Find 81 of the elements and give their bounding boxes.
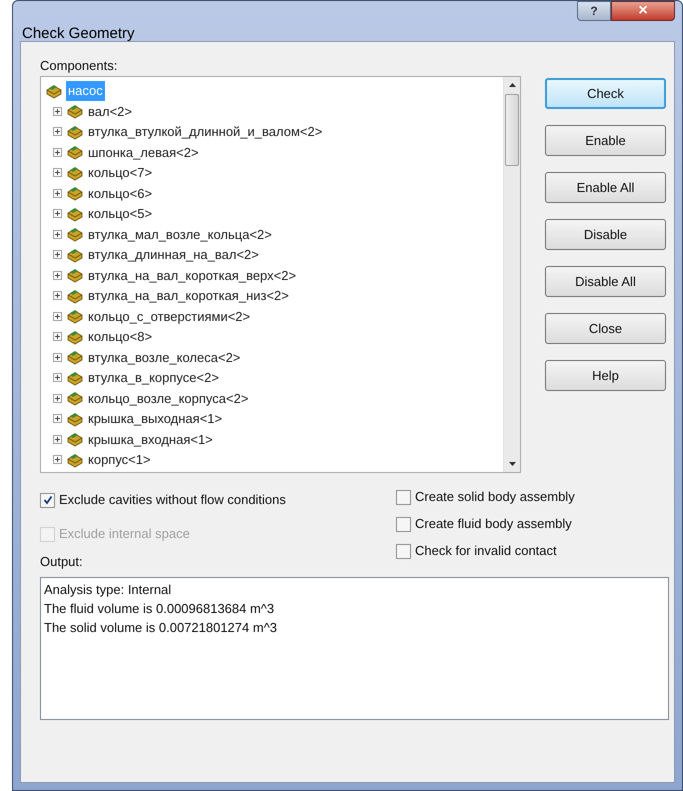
part-icon (66, 431, 84, 448)
tree-item[interactable]: шпонка_левая<2> (88, 142, 199, 162)
help-button[interactable]: ? (577, 1, 611, 21)
dialog-button[interactable]: Disable All (545, 266, 666, 297)
expand-icon[interactable] (53, 455, 62, 464)
tree-item[interactable]: кольцо<6> (88, 184, 152, 203)
tree-item[interactable]: кольцо<5> (88, 204, 152, 224)
expand-icon[interactable] (53, 291, 62, 300)
part-icon (66, 410, 84, 427)
checkbox[interactable] (396, 516, 411, 532)
expand-icon[interactable] (53, 414, 62, 424)
components-label: Components: (40, 57, 118, 75)
part-icon (66, 144, 84, 160)
checkbox-label: Exclude internal space (59, 525, 190, 544)
output-line: Analysis type: Internal (44, 580, 172, 598)
expand-icon[interactable] (53, 434, 62, 444)
expand-icon[interactable] (53, 332, 62, 342)
tree-item[interactable]: втулка_на_вал_короткая_верх<2> (88, 266, 296, 285)
part-icon (66, 349, 84, 366)
tree-item[interactable]: корпус<1> (88, 450, 151, 470)
expand-icon[interactable] (53, 352, 62, 362)
part-icon (66, 370, 84, 386)
checkbox[interactable] (396, 544, 411, 558)
part-icon (66, 390, 84, 406)
checkmark-icon (42, 495, 52, 505)
expand-icon[interactable] (53, 312, 62, 321)
scrollbar[interactable] (503, 77, 520, 472)
tree-item[interactable]: крышка_входная<1> (88, 430, 213, 449)
part-icon (66, 267, 84, 284)
tree-item[interactable]: втулка_в_корпусе<2> (88, 368, 219, 388)
expand-icon[interactable] (53, 250, 62, 260)
part-icon (66, 246, 84, 263)
tree-item[interactable]: вал<2> (88, 102, 132, 121)
expand-icon[interactable] (53, 168, 62, 178)
checkbox[interactable] (40, 492, 55, 508)
checkbox[interactable] (396, 490, 411, 504)
checkbox-label: Check for invalid contact (415, 542, 557, 560)
output-line: The fluid volume is 0.00096813684 m^3 (44, 600, 276, 618)
checkbox-label: Create solid body assembly (415, 488, 575, 506)
dialog-button[interactable]: Disable (545, 219, 666, 250)
expand-icon[interactable] (53, 270, 62, 280)
dialog-button[interactable]: Enable All (545, 172, 666, 203)
tree-item[interactable]: втулка_длинная_на_вал<2> (88, 245, 259, 264)
part-icon (66, 103, 84, 120)
expand-icon[interactable] (53, 188, 62, 198)
part-icon (66, 328, 84, 345)
tree-item[interactable]: втулка_возле_колеса<2> (88, 348, 240, 367)
dialog-button[interactable]: Check (545, 78, 666, 109)
tree-item[interactable]: крышка_выходная<1> (88, 409, 222, 428)
dialog-button[interactable]: Help (545, 360, 666, 391)
dialog-button[interactable]: Enable (545, 125, 666, 156)
window-title: Check Geometry (22, 24, 135, 44)
expand-icon[interactable] (53, 209, 62, 218)
output-label: Output: (40, 553, 83, 571)
part-icon (45, 83, 63, 99)
tree-item[interactable]: втулка_втулкой_длинной_и_валом<2> (88, 122, 322, 142)
expand-icon[interactable] (53, 148, 62, 157)
output-line: The solid volume is 0.00721801274 m^3 (44, 618, 278, 636)
part-icon (66, 308, 84, 324)
tree-item[interactable]: кольцо<7> (88, 163, 152, 182)
expand-icon[interactable] (53, 230, 62, 239)
checkbox-label: Create fluid body assembly (415, 515, 572, 534)
expand-icon[interactable] (53, 373, 62, 382)
checkbox-label: Exclude cavities without flow conditions (59, 491, 286, 510)
expand-icon[interactable] (53, 106, 62, 116)
part-icon (66, 452, 84, 468)
part-icon (66, 288, 84, 304)
part-icon (66, 226, 84, 242)
part-icon (66, 185, 84, 202)
scroll-thumb[interactable] (505, 94, 519, 166)
expand-icon[interactable] (53, 394, 62, 403)
expand-icon[interactable] (53, 127, 62, 136)
tree-item[interactable]: кольцо_возле_корпуса<2> (88, 388, 248, 408)
part-icon (66, 124, 84, 140)
tree-item[interactable]: втулка_на_вал_короткая_низ<2> (88, 286, 289, 306)
part-icon (66, 164, 84, 181)
tree-item[interactable]: втулка_мал_возле_кольца<2> (88, 224, 272, 244)
dialog-button[interactable]: Close (545, 313, 666, 344)
tree-item[interactable]: кольцо_с_отверстиями<2> (88, 306, 250, 326)
tree-item[interactable]: кольцо<8> (88, 327, 152, 346)
part-icon (66, 206, 84, 222)
